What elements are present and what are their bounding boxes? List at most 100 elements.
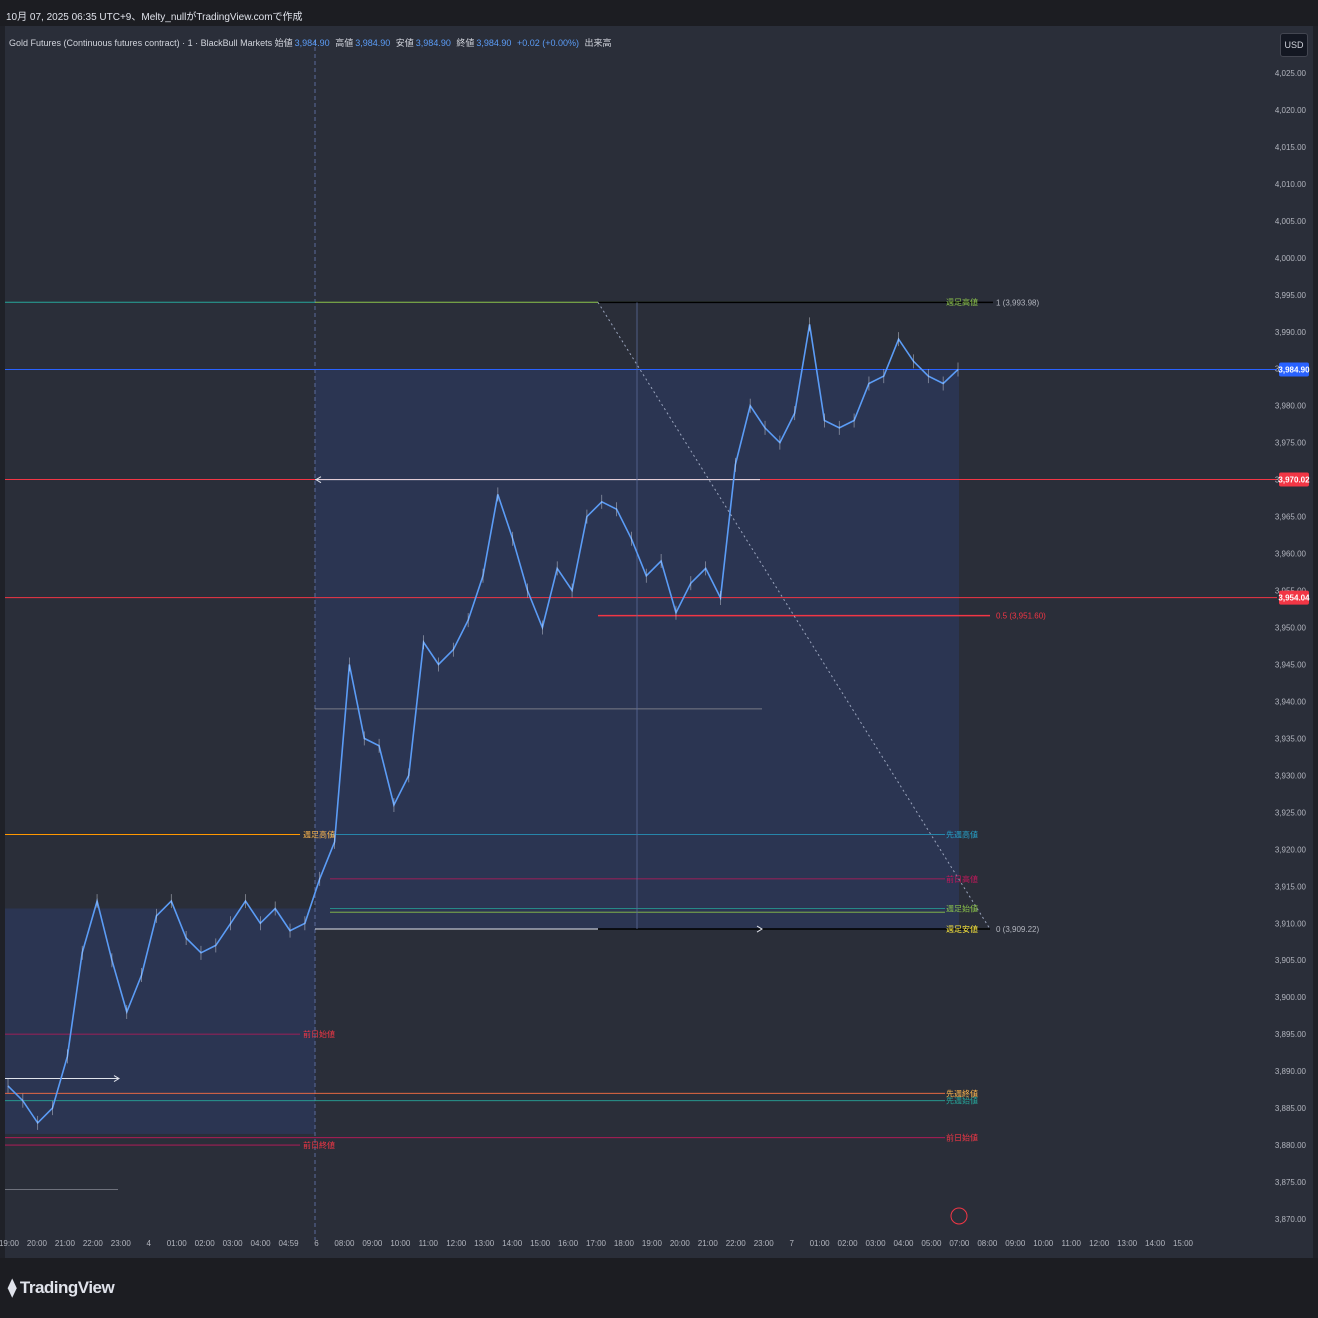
fib-label-2: 0 (3,909.22)	[996, 925, 1039, 934]
label-weekly-high-right: 週足高値	[946, 297, 978, 307]
y-tick-21: 3,975.00	[1275, 439, 1307, 448]
y-tick-30: 4,020.00	[1275, 106, 1307, 115]
close-label: 終値	[456, 38, 475, 48]
label-last-week-high: 先週高値	[946, 830, 978, 840]
volume-label: 出来高	[584, 38, 612, 48]
y-tick-29: 4,015.00	[1275, 143, 1307, 152]
lightning-icon	[950, 1207, 968, 1225]
y-tick-5: 3,895.00	[1275, 1030, 1307, 1039]
y-tick-8: 3,910.00	[1275, 919, 1307, 928]
high-label: 高値	[335, 38, 354, 48]
x-tick-27: 23:00	[754, 1239, 775, 1248]
x-tick-38: 11:00	[1061, 1239, 1081, 1248]
x-axis: 19:00 20:00 21:00 22:00 23:00 4 01:00 02:00 03:0…	[0, 1239, 1194, 1248]
y-tick-15: 3,945.00	[1275, 660, 1307, 669]
y-tick-4: 3,890.00	[1275, 1067, 1307, 1076]
y-tick-22: 3,980.00	[1275, 402, 1307, 411]
level-tag-1: 3,954.04	[1278, 594, 1310, 603]
x-tick-37: 10:00	[1033, 1239, 1054, 1248]
x-tick-0: 19:00	[0, 1239, 20, 1248]
y-tick-10: 3,920.00	[1275, 845, 1307, 854]
x-tick-33: 05:00	[921, 1239, 942, 1248]
y-tick-7: 3,905.00	[1275, 956, 1307, 965]
x-tick-13: 09:00	[362, 1239, 383, 1248]
y-tick-16: 3,950.00	[1275, 624, 1307, 633]
open-label: 始値	[274, 38, 293, 48]
y-tick-18: 3,960.00	[1275, 550, 1307, 559]
x-tick-29: 01:00	[810, 1239, 831, 1248]
x-tick-21: 17:00	[586, 1239, 607, 1248]
label-weekly-high-left: 週足高値	[303, 830, 335, 840]
y-tick-13: 3,935.00	[1275, 734, 1307, 743]
change-value: +0.02 (+0.00%)	[516, 38, 579, 48]
x-tick-15: 11:00	[419, 1239, 439, 1248]
currency-button[interactable]: USD	[1280, 33, 1308, 57]
label-prev-day-close: 前日終値	[303, 1140, 335, 1150]
x-tick-3: 22:00	[83, 1239, 104, 1248]
x-tick-28: 7	[789, 1239, 794, 1248]
x-tick-34: 07:00	[949, 1239, 970, 1248]
y-tick-31: 4,025.00	[1275, 69, 1307, 78]
x-tick-17: 13:00	[474, 1239, 495, 1248]
y-tick-14: 3,940.00	[1275, 697, 1307, 706]
x-tick-7: 02:00	[195, 1239, 216, 1248]
symbol-name: Gold Futures (Continuous futures contrac…	[9, 38, 273, 48]
x-tick-36: 09:00	[1005, 1239, 1026, 1248]
symbol-legend: Gold Futures (Continuous futures contrac…	[9, 36, 614, 49]
y-tick-1: 3,875.00	[1275, 1178, 1307, 1187]
x-tick-12: 08:00	[334, 1239, 355, 1248]
y-tick-19: 3,965.00	[1275, 513, 1307, 522]
level-tag-0: 3,970.02	[1278, 475, 1310, 484]
x-tick-1: 20:00	[27, 1239, 48, 1248]
label-weekly-open: 週足始値	[946, 903, 978, 913]
price-chart[interactable]: 3,870.00 3,875.00 3,880.00 3,885.00 3,890.00…	[0, 0, 1318, 1318]
y-tick-25: 3,995.00	[1275, 291, 1307, 300]
footer-bar	[0, 1258, 1318, 1318]
x-tick-23: 19:00	[642, 1239, 663, 1248]
y-tick-3: 3,885.00	[1275, 1104, 1307, 1113]
y-tick-28: 4,010.00	[1275, 180, 1307, 189]
close-value: 3,984.90	[476, 38, 512, 48]
x-tick-41: 14:00	[1145, 1239, 1166, 1248]
x-tick-19: 15:00	[530, 1239, 551, 1248]
y-tick-9: 3,915.00	[1275, 882, 1307, 891]
y-axis: 3,870.00 3,875.00 3,880.00 3,885.00 3,890.00…	[1275, 69, 1310, 1224]
x-tick-22: 18:00	[614, 1239, 635, 1248]
x-tick-42: 15:00	[1173, 1239, 1194, 1248]
tradingview-logo[interactable]: ⧫ TradingView	[8, 1278, 115, 1298]
y-tick-26: 4,000.00	[1275, 254, 1307, 263]
fib-label-0: 1 (3,993.98)	[996, 298, 1039, 307]
y-tick-27: 4,005.00	[1275, 217, 1307, 226]
label-prev-day-open: 前日始値	[303, 1029, 335, 1039]
y-tick-0: 3,870.00	[1275, 1215, 1307, 1224]
label-prev-day-high: 前日高値	[946, 874, 978, 884]
x-tick-18: 14:00	[502, 1239, 523, 1248]
y-tick-11: 3,925.00	[1275, 808, 1307, 817]
low-value: 3,984.90	[415, 38, 451, 48]
y-tick-24: 3,990.00	[1275, 328, 1307, 337]
low-label: 安値	[395, 38, 414, 48]
high-value: 3,984.90	[355, 38, 391, 48]
y-tick-12: 3,930.00	[1275, 771, 1307, 780]
tradingview-mark-icon: ⧫	[8, 1278, 16, 1297]
x-tick-25: 21:00	[698, 1239, 719, 1248]
x-tick-8: 03:00	[223, 1239, 244, 1248]
open-value: 3,984.90	[294, 38, 330, 48]
brand-text: TradingView	[19, 1278, 115, 1297]
x-tick-30: 02:00	[838, 1239, 859, 1248]
x-tick-2: 21:00	[55, 1239, 76, 1248]
current-price-tag: 3,984.90	[1278, 365, 1310, 374]
x-tick-31: 03:00	[866, 1239, 887, 1248]
label-last-week-open: 先週始値	[946, 1096, 978, 1106]
fib-label-1: 0.5 (3,951.60)	[996, 612, 1046, 621]
x-tick-16: 12:00	[446, 1239, 467, 1248]
prev-session-zone	[5, 908, 315, 1134]
x-tick-40: 13:00	[1117, 1239, 1138, 1248]
label-weekly-low: 週足安値	[946, 924, 978, 934]
x-tick-10: 04:59	[279, 1239, 300, 1248]
y-tick-2: 3,880.00	[1275, 1141, 1307, 1150]
x-tick-11: 6	[314, 1239, 319, 1248]
x-tick-32: 04:00	[893, 1239, 914, 1248]
x-tick-14: 10:00	[390, 1239, 411, 1248]
x-tick-20: 16:00	[558, 1239, 579, 1248]
